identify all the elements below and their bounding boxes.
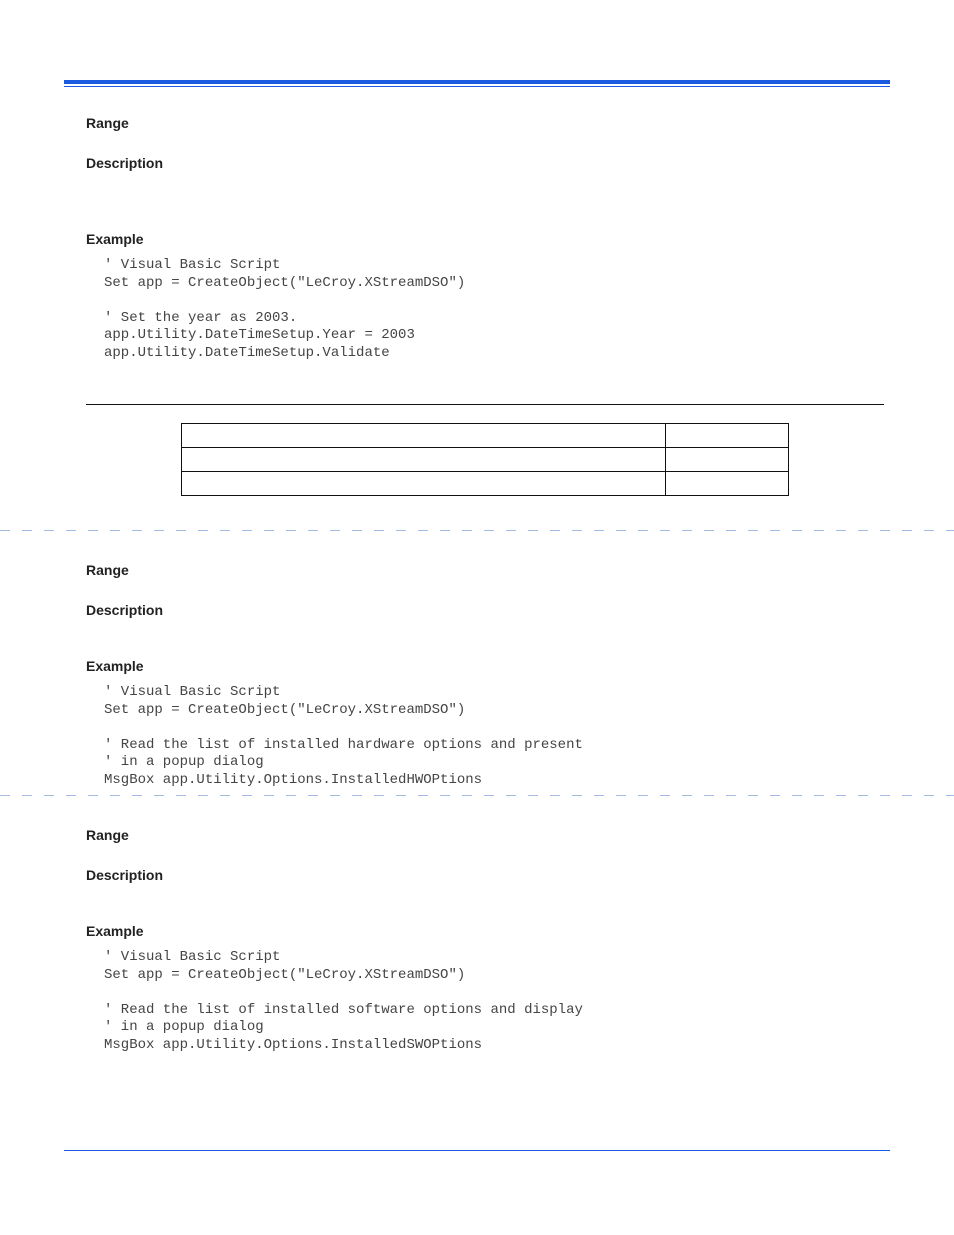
table-cell	[666, 448, 789, 472]
example-heading: Example	[86, 658, 884, 674]
footer-rule	[64, 1150, 890, 1151]
description-heading: Description	[86, 155, 884, 171]
range-heading: Range	[86, 115, 884, 131]
dashed-divider	[0, 530, 954, 532]
table-row	[182, 448, 789, 472]
table-row	[182, 424, 789, 448]
description-heading: Description	[86, 602, 884, 618]
table-cell	[182, 448, 666, 472]
code-block: ' Visual Basic Script Set app = CreateOb…	[104, 949, 884, 1054]
code-block: ' Visual Basic Script Set app = CreateOb…	[104, 257, 884, 362]
table-cell	[666, 472, 789, 496]
description-heading: Description	[86, 867, 884, 883]
options-table	[181, 423, 789, 496]
header-rule-thin	[64, 86, 890, 87]
header-rule-thick	[64, 80, 890, 84]
table-cell	[182, 472, 666, 496]
dashed-divider	[0, 795, 954, 797]
table-row	[182, 472, 789, 496]
section-divider	[86, 404, 884, 405]
range-heading: Range	[86, 827, 884, 843]
range-heading: Range	[86, 562, 884, 578]
code-block: ' Visual Basic Script Set app = CreateOb…	[104, 684, 884, 789]
example-heading: Example	[86, 923, 884, 939]
table-cell	[666, 424, 789, 448]
table-cell	[182, 424, 666, 448]
example-heading: Example	[86, 231, 884, 247]
